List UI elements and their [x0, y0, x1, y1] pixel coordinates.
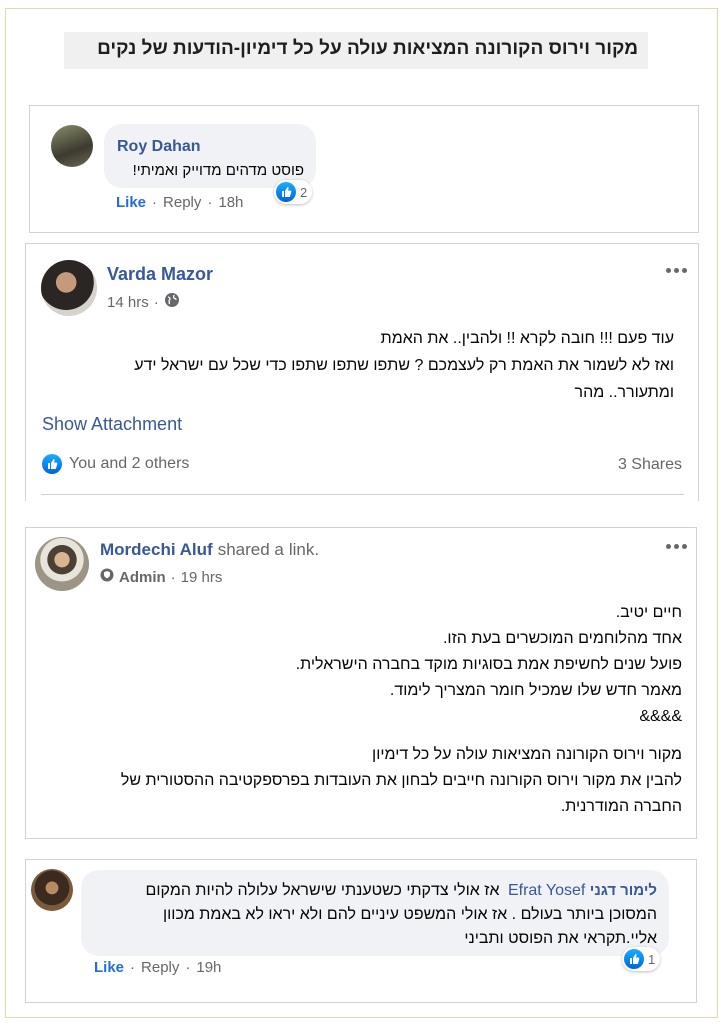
- reaction-count: 1: [648, 951, 656, 967]
- post-author[interactable]: Mordechi Aluf: [100, 540, 213, 560]
- tagged-user[interactable]: Efrat Yosef: [508, 882, 585, 899]
- comment-actions: Like · Reply · 19h: [94, 959, 221, 976]
- post-timestamp[interactable]: 19 hrs: [181, 569, 223, 586]
- like-icon: [624, 949, 644, 969]
- post-line: חיים יטיב.: [615, 604, 682, 621]
- comment-author[interactable]: לימור דגני: [590, 882, 657, 899]
- comment-text: המסוכן ביותר בעולם . אז אולי המשפט עיניי…: [162, 906, 657, 923]
- page-title-banner: מקור וירוס הקורונה המציאות עולה על כל די…: [64, 32, 648, 69]
- shares-count[interactable]: 3 Shares: [618, 456, 682, 474]
- post-line: עוד פעם !!! חובה לקרא !! ולהבין.. את האמ…: [380, 330, 674, 347]
- reply-button[interactable]: Reply: [141, 959, 179, 976]
- comment-bubble: לימור דגני Efrat Yosef אז אולי צדקתי כשט…: [81, 870, 669, 956]
- post-line: &&&&: [42, 704, 682, 730]
- like-icon: [42, 454, 62, 474]
- comment-timestamp[interactable]: 18h: [218, 194, 243, 211]
- globe-icon: [164, 292, 180, 313]
- post-line: אחד מהלוחמים המוכשרים בעת הזו.: [442, 630, 682, 647]
- comment-card-roy: Roy Dahan פוסט מדהים מדוייק ואמיתי! 2 Li…: [29, 105, 699, 233]
- comment-bubble: Roy Dahan פוסט מדהים מדוייק ואמיתי!: [104, 124, 316, 188]
- post-line: ואז לא לשמור את האמת רק לעצמכם ? שתפו שת…: [134, 357, 674, 374]
- comment-timestamp[interactable]: 19h: [196, 959, 221, 976]
- comment-author[interactable]: Roy Dahan: [117, 138, 201, 156]
- avatar[interactable]: [35, 537, 89, 591]
- reaction-badge[interactable]: 2: [274, 180, 313, 204]
- reaction-count: 2: [300, 184, 308, 200]
- reactions-summary[interactable]: You and 2 others: [69, 455, 189, 473]
- admin-badge: Admin: [119, 569, 166, 586]
- post-line: להבין את מקור וירוס הקורונה חייבים לבחון…: [120, 772, 682, 789]
- separator-dot: ·: [207, 194, 213, 211]
- post-meta: 14 hrs ·: [107, 292, 180, 313]
- like-button[interactable]: Like: [94, 959, 124, 976]
- post-line: פועל שנים לחשיפת אמת בסוגיות מוקד בחברה …: [295, 656, 682, 673]
- comment-header-line: לימור דגני Efrat Yosef אז אולי צדקתי כשט…: [146, 882, 657, 900]
- post-line-symbols: &&&&: [639, 708, 682, 725]
- reply-button[interactable]: Reply: [163, 194, 201, 211]
- comment-card-limor: לימור דגני Efrat Yosef אז אולי צדקתי כשט…: [25, 859, 697, 1003]
- comment-actions: Like · Reply · 18h: [116, 194, 243, 211]
- show-attachment-link[interactable]: Show Attachment: [42, 414, 182, 435]
- comment-text: אז אולי צדקתי כשטענתי שישראל עלולה להיות…: [145, 882, 500, 899]
- avatar[interactable]: [51, 125, 93, 167]
- divider: [41, 494, 684, 495]
- post-card-mordechi: Mordechi Aluf shared a link . Admin · 19…: [25, 527, 697, 839]
- like-icon: [276, 182, 296, 202]
- separator-dot: ·: [153, 294, 159, 311]
- post-meta: Admin · 19 hrs: [100, 568, 222, 587]
- avatar[interactable]: [41, 260, 97, 316]
- separator-dot: ·: [170, 569, 176, 586]
- comment-text: פוסט מדהים מדוייק ואמיתי!: [132, 162, 304, 179]
- separator-dot: ·: [152, 194, 158, 211]
- post-author[interactable]: Varda Mazor: [107, 264, 213, 285]
- post-body: חיים יטיב. אחד מהלוחמים המוכשרים בעת הזו…: [42, 600, 682, 820]
- post-timestamp[interactable]: 14 hrs: [107, 294, 149, 311]
- post-line: החברה המודרנית.: [560, 798, 682, 815]
- post-line: מאמר חדש שלו שמכיל חומר המצריך לימוד.: [389, 682, 682, 699]
- post-line: מקור וירוס הקורונה המציאות עולה על כל די…: [372, 746, 682, 763]
- shared-link[interactable]: link: [289, 540, 315, 560]
- page-title: מקור וירוס הקורונה המציאות עולה על כל די…: [97, 38, 638, 59]
- post-card-varda: Varda Mazor 14 hrs · עוד פעם !!! חובה לק…: [25, 243, 699, 501]
- more-options-icon[interactable]: [666, 268, 687, 273]
- separator-dot: ·: [130, 959, 136, 976]
- admin-shield-icon: [100, 568, 114, 587]
- separator-dot: ·: [185, 959, 191, 976]
- like-button[interactable]: Like: [116, 194, 146, 211]
- post-line: ומתעורר.. מהר: [574, 384, 674, 401]
- shared-text: shared a: [217, 540, 284, 559]
- period: .: [314, 540, 320, 559]
- avatar[interactable]: [31, 869, 73, 911]
- comment-text: אליי.תקראי את הפוסט ותביני: [464, 930, 657, 947]
- reaction-badge[interactable]: 1: [622, 947, 661, 971]
- post-header: Mordechi Aluf shared a link .: [100, 540, 319, 560]
- post-body: עוד פעם !!! חובה לקרא !! ולהבין.. את האמ…: [54, 325, 674, 406]
- more-options-icon[interactable]: [666, 544, 687, 549]
- post-reactions[interactable]: You and 2 others: [42, 454, 189, 474]
